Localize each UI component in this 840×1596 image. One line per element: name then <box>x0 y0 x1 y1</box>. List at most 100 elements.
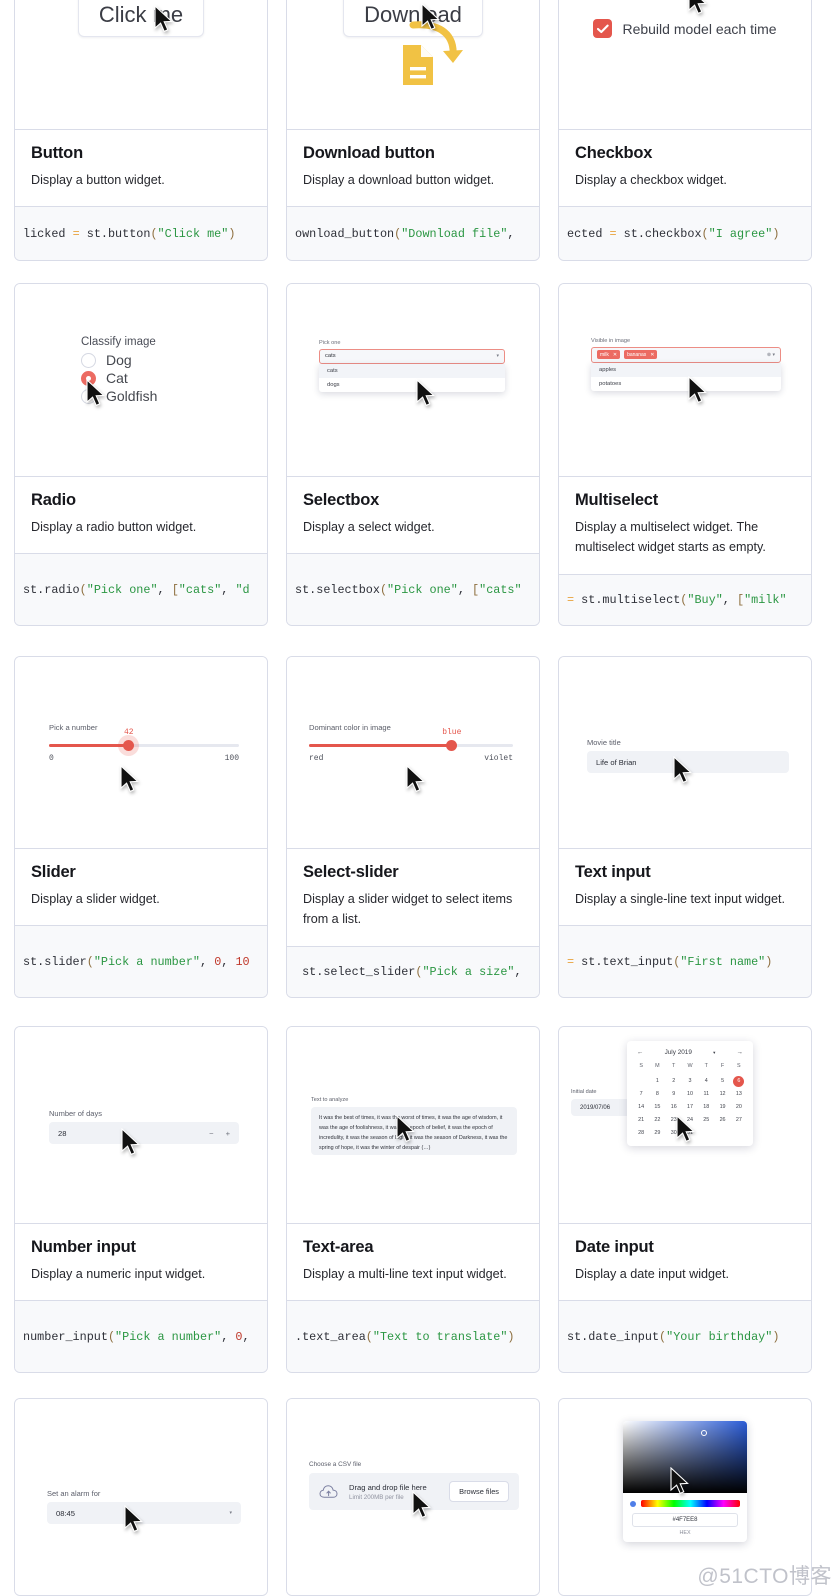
multiselect-dropdown-menu[interactable]: apples potatoes <box>591 362 781 391</box>
radio-option-cat[interactable]: Cat <box>81 370 267 386</box>
code-snippet[interactable]: st.radio("Pick one", ["cats", "d <box>15 553 267 626</box>
click-me-button[interactable]: Click me <box>77 0 205 37</box>
calendar-day[interactable]: 27 <box>731 1115 747 1126</box>
selectbox-option[interactable]: cats <box>319 363 505 378</box>
code-snippet[interactable]: = st.text_input("First name") <box>559 925 811 998</box>
calendar-day[interactable]: 24 <box>682 1115 698 1126</box>
calendar-day[interactable]: 8 <box>649 1089 665 1100</box>
calendar-day[interactable]: 9 <box>666 1089 682 1100</box>
calendar-day[interactable]: 18 <box>698 1102 714 1113</box>
calendar-grid[interactable]: S M T W T F S 1 2 3 4 5 6 7 8 9 10 11 12… <box>633 1061 747 1139</box>
code-snippet[interactable]: .text_area("Text to translate") <box>287 1300 539 1373</box>
radio-option-dog[interactable]: Dog <box>81 352 267 368</box>
prev-month-icon[interactable]: ← <box>637 1049 643 1056</box>
calendar-day[interactable]: 12 <box>714 1089 730 1100</box>
slider-thumb[interactable] <box>123 740 135 751</box>
code-snippet[interactable]: ownload_button("Download file", <box>287 206 539 261</box>
select-slider-thumb[interactable] <box>446 740 458 751</box>
calendar-day[interactable]: 28 <box>633 1128 649 1139</box>
selectbox-input[interactable]: cats ▾ <box>319 348 505 364</box>
browse-files-button[interactable]: Browse files <box>449 1481 509 1502</box>
selectbox-widget[interactable]: Pick one cats ▾ cats dogs <box>319 340 505 392</box>
decrement-button[interactable]: − <box>209 1129 213 1138</box>
card-radio[interactable]: Classify image Dog Cat Goldfish Radio Di… <box>14 283 268 627</box>
card-download-button[interactable]: Download Download button Display a downl… <box>286 0 540 262</box>
slider-track[interactable]: 42 <box>49 728 239 751</box>
calendar-day[interactable]: 3 <box>682 1076 698 1087</box>
card-selectbox[interactable]: Pick one cats ▾ cats dogs Selectbox Disp <box>286 283 540 627</box>
radio-option-goldfish[interactable]: Goldfish <box>81 388 267 404</box>
card-multiselect[interactable]: Visible in image milk ✕ bananas ✕ ⊗ ▾ ap… <box>558 283 812 627</box>
calendar-day[interactable]: 5 <box>714 1076 730 1087</box>
chip-remove-icon[interactable]: ✕ <box>650 352 654 358</box>
calendar-day[interactable]: 1 <box>649 1076 665 1087</box>
clear-and-chevron-icon[interactable]: ⊗ ▾ <box>767 352 775 358</box>
calendar-day[interactable]: 17 <box>682 1102 698 1113</box>
code-snippet[interactable]: st.select_slider("Pick a size", <box>287 945 539 998</box>
number-input-field[interactable]: 28 − + <box>49 1122 239 1144</box>
multiselect-option[interactable]: apples <box>591 362 781 377</box>
chip-remove-icon[interactable]: ✕ <box>613 352 617 358</box>
card-color-picker[interactable]: #4F7EE8 HEX <box>558 1398 812 1596</box>
code-snippet[interactable]: st.date_input("Your birthday") <box>559 1300 811 1373</box>
calendar-day[interactable]: 4 <box>698 1076 714 1087</box>
month-dropdown-icon[interactable]: ▾ <box>713 1050 715 1056</box>
calendar-day[interactable]: 11 <box>698 1089 714 1100</box>
code-snippet[interactable]: st.selectbox("Pick one", ["cats" <box>287 553 539 626</box>
card-text-area[interactable]: Text to analyze It was the best of times… <box>286 1026 540 1374</box>
calendar-day[interactable]: 14 <box>633 1102 649 1113</box>
multiselect-option[interactable]: potatoes <box>591 377 781 391</box>
calendar-day-selected[interactable]: 6 <box>733 1076 745 1087</box>
color-sliders[interactable] <box>623 1493 747 1511</box>
chevron-down-icon[interactable]: ▾ <box>229 1510 232 1516</box>
multiselect-chip[interactable]: milk ✕ <box>597 350 621 359</box>
calendar-day[interactable]: 7 <box>633 1089 649 1100</box>
time-input-field[interactable]: 08:45 ▾ <box>47 1502 241 1524</box>
color-selection-ring-icon[interactable] <box>701 1430 707 1436</box>
calendar-day[interactable]: 25 <box>698 1115 714 1126</box>
card-checkbox[interactable]: Rebuild model each time Checkbox Display… <box>558 0 812 262</box>
hex-value-field[interactable]: #4F7EE8 <box>632 1513 738 1527</box>
calendar-day[interactable]: 31 <box>682 1128 698 1139</box>
calendar-day[interactable]: 15 <box>649 1102 665 1113</box>
calendar-day[interactable]: 22 <box>649 1115 665 1126</box>
chevron-down-icon[interactable]: ▾ <box>496 353 499 359</box>
multiselect-chip[interactable]: bananas ✕ <box>624 350 658 359</box>
calendar-day[interactable]: 30 <box>666 1128 682 1139</box>
saturation-value-area[interactable] <box>623 1421 747 1493</box>
card-select-slider[interactable]: Dominant color in image blue red violet … <box>286 656 540 999</box>
increment-button[interactable]: + <box>226 1129 230 1138</box>
code-snippet[interactable]: licked = st.button("Click me") <box>15 206 267 261</box>
code-snippet[interactable]: = st.multiselect("Buy", ["milk" <box>559 573 811 626</box>
calendar-day[interactable]: 21 <box>633 1115 649 1126</box>
text-area-field[interactable]: It was the best of times, it was the wor… <box>311 1107 517 1155</box>
text-input-field[interactable]: Life of Brian <box>587 751 789 773</box>
hue-slider[interactable] <box>641 1500 740 1507</box>
calendar-day[interactable]: 19 <box>714 1102 730 1113</box>
code-snippet[interactable]: number_input("Pick a number", 0, <box>15 1300 267 1373</box>
file-drop-zone[interactable]: Drag and drop file here Limit 200MB per … <box>309 1473 519 1510</box>
card-time-input[interactable]: Set an alarm for 08:45 ▾ <box>14 1398 268 1596</box>
calendar-day[interactable]: 29 <box>649 1128 665 1139</box>
calendar-day[interactable]: 13 <box>731 1089 747 1100</box>
calendar-day[interactable]: 16 <box>666 1102 682 1113</box>
selectbox-dropdown-menu[interactable]: cats dogs <box>319 363 505 392</box>
select-slider-track[interactable]: blue <box>309 728 513 751</box>
color-picker-popover[interactable]: #4F7EE8 HEX <box>623 1421 747 1542</box>
card-date-input[interactable]: Initial date 2019/07/06 ← July 2019 ▾ → … <box>558 1026 812 1374</box>
calendar-day[interactable]: 23 <box>666 1115 682 1126</box>
next-month-icon[interactable]: → <box>737 1049 743 1056</box>
card-button[interactable]: Click me Button Display a button widget.… <box>14 0 268 262</box>
calendar-day[interactable]: 10 <box>682 1089 698 1100</box>
calendar-day[interactable]: 20 <box>731 1102 747 1113</box>
calendar-day[interactable]: 26 <box>714 1115 730 1126</box>
card-number-input[interactable]: Number of days 28 − + Number input Displ… <box>14 1026 268 1374</box>
card-slider[interactable]: Pick a number 42 0 100 Slider Display a … <box>14 656 268 999</box>
code-snippet[interactable]: st.slider("Pick a number", 0, 10 <box>15 925 267 998</box>
calendar-day[interactable]: 2 <box>666 1076 682 1087</box>
multiselect-input[interactable]: milk ✕ bananas ✕ ⊗ ▾ <box>591 346 781 363</box>
card-text-input[interactable]: Movie title Life of Brian Text input Dis… <box>558 656 812 999</box>
selectbox-option[interactable]: dogs <box>319 378 505 392</box>
card-file-uploader[interactable]: Choose a CSV file Drag and drop file her… <box>286 1398 540 1596</box>
multiselect-widget[interactable]: Visible in image milk ✕ bananas ✕ ⊗ ▾ ap… <box>591 338 781 391</box>
